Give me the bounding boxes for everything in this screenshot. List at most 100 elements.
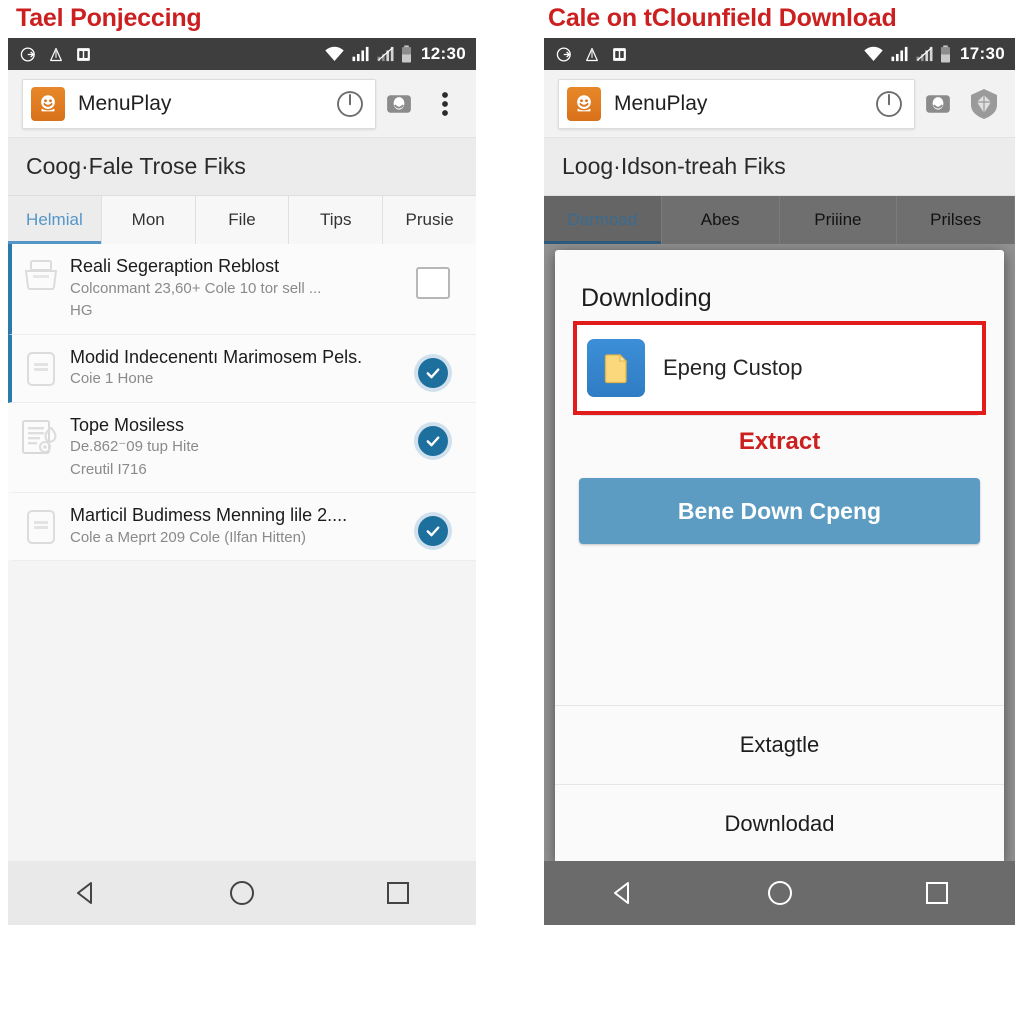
checked-circle-icon[interactable] — [418, 357, 448, 388]
right-app-toolbar: MenuPlay — [544, 70, 1015, 138]
sync-icon — [556, 46, 571, 62]
power-icon[interactable] — [874, 89, 904, 119]
wifi-icon — [864, 46, 883, 61]
tab-tips[interactable]: Tips — [289, 196, 384, 244]
right-phone-screenshot: 17:30 MenuPlay Loog·Idson-treah Fiks Dar… — [544, 38, 1015, 952]
row-subtitle-2: Creutil I716 — [70, 460, 147, 478]
dialog-title: Downloding — [581, 284, 712, 312]
row-title: Reali Segeraption Reblost — [70, 256, 280, 276]
sync-icon — [20, 46, 35, 62]
left-annotation-caption: Tael Ponjeccing — [16, 4, 202, 32]
recents-square-icon[interactable] — [358, 880, 438, 906]
cellular-signal-roaming-icon — [916, 46, 933, 62]
extract-annotation: Extract — [738, 428, 821, 455]
battery-icon — [402, 45, 412, 63]
menuplay-logo-icon — [31, 86, 65, 121]
status-system-icons: 17:30 — [863, 44, 1005, 64]
tab-label: Mon — [131, 210, 165, 229]
right-annotation-caption: Cale on tClounfield Download — [548, 4, 897, 32]
row-text: Modid Indecenentı Marimosem Pels. Coie 1… — [70, 346, 402, 391]
app-search-box[interactable]: MenuPlay — [22, 78, 376, 129]
table-row[interactable]: Tope Mosiless De.862⁻09 tup Hite Creutil… — [8, 402, 476, 493]
left-tab-bar: Helmial Mon File Tips Prusie — [8, 196, 476, 244]
row-title: Marticil Budimess Menning lile 2.... — [70, 505, 348, 525]
left-file-list[interactable]: Reali Segeraption Reblost Colconmant 23,… — [8, 244, 476, 861]
cellular-signal-icon — [352, 46, 369, 62]
cloud-app-icon[interactable] — [915, 81, 961, 127]
checked-circle-icon[interactable] — [418, 425, 448, 456]
certificate-icon — [12, 414, 70, 458]
file-document-icon — [587, 339, 645, 397]
tab-file[interactable]: File — [196, 196, 290, 244]
tab-label: Helmial — [26, 210, 83, 229]
dialog-action-downlodad[interactable]: Downlodad — [555, 784, 1004, 861]
row-subtitle-1: Cole a Meprt 209 Cole (Ilfan Hitten) — [70, 528, 306, 546]
back-triangle-icon[interactable] — [46, 879, 126, 907]
sd-card-icon — [613, 47, 626, 61]
status-notification-icons — [20, 46, 92, 63]
right-status-bar: 17:30 — [544, 38, 1015, 70]
row-status[interactable] — [402, 414, 464, 456]
row-subtitle-1: Colconmant 23,60+ Cole 10 tor sell ... — [70, 279, 322, 297]
tab-darmoad[interactable]: Darmoad — [544, 196, 662, 244]
row-text: Reali Segeraption Reblost Colconmant 23,… — [70, 255, 402, 323]
left-section-title: Coog·Fale Trose Fiks — [8, 138, 476, 196]
document-icon — [12, 346, 70, 388]
status-clock: 12:30 — [421, 44, 466, 63]
recents-square-icon[interactable] — [897, 880, 977, 906]
wifi-icon — [325, 46, 344, 61]
cloud-app-icon[interactable] — [376, 81, 422, 127]
cellular-signal-roaming-icon — [377, 46, 394, 62]
unchecked-checkbox-icon[interactable] — [416, 267, 450, 299]
status-notification-icons — [556, 46, 628, 63]
table-row[interactable]: Marticil Budimess Menning lile 2.... Col… — [8, 493, 476, 561]
tab-abes[interactable]: Abes — [662, 196, 780, 244]
right-section-title: Loog·Idson-treah Fiks — [544, 138, 1015, 196]
right-content-with-scrim: Breeh Solifreationt Downloding Epeng Cus… — [544, 244, 1015, 861]
tab-label: Prilses — [930, 210, 982, 229]
tab-label: Darmoad — [567, 210, 638, 229]
sd-card-icon — [77, 47, 90, 61]
app-search-box[interactable]: MenuPlay — [558, 78, 915, 129]
left-phone-screenshot: 12:30 MenuPlay Coog·Fale Trose Fiks Helm… — [8, 38, 476, 953]
left-system-nav-bar — [8, 861, 476, 925]
dialog-highlighted-option[interactable]: Epeng Custop — [573, 321, 986, 415]
dialog-option-label: Epeng Custop — [663, 355, 803, 380]
app-name-label: MenuPlay — [614, 91, 708, 115]
status-system-icons: 12:30 — [324, 44, 466, 64]
list-empty-area — [8, 561, 476, 861]
home-circle-icon[interactable] — [202, 879, 282, 907]
cellular-signal-icon — [891, 46, 908, 62]
row-status[interactable] — [402, 346, 464, 388]
tab-prilses[interactable]: Prilses — [897, 196, 1015, 244]
home-circle-icon[interactable] — [740, 879, 820, 907]
tab-priiine[interactable]: Priiine — [780, 196, 898, 244]
tab-label: Abes — [700, 210, 740, 229]
row-status[interactable] — [402, 504, 464, 546]
triangle-alert-icon — [50, 47, 62, 61]
back-triangle-icon[interactable] — [583, 879, 663, 907]
begin-download-button[interactable]: Bene Down Cpeng — [579, 478, 980, 544]
overflow-menu-icon[interactable] — [422, 81, 468, 127]
menuplay-logo-icon — [567, 86, 601, 121]
table-row[interactable]: Modid Indecenentı Marimosem Pels. Coie 1… — [8, 334, 476, 403]
left-app-toolbar: MenuPlay — [8, 70, 476, 138]
tab-prusie[interactable]: Prusie — [383, 196, 476, 244]
tab-label: Tips — [320, 210, 352, 229]
status-clock: 17:30 — [960, 44, 1005, 63]
triangle-alert-icon — [586, 47, 598, 61]
dialog-action-extagtle[interactable]: Extagtle — [555, 705, 1004, 784]
shield-diamond-icon[interactable] — [961, 81, 1007, 127]
row-status[interactable] — [402, 255, 464, 299]
tab-helmial[interactable]: Helmial — [8, 196, 102, 244]
app-name-label: MenuPlay — [78, 91, 172, 115]
table-row[interactable]: Reali Segeraption Reblost Colconmant 23,… — [8, 244, 476, 335]
dialog-spacer — [555, 544, 1004, 705]
document-icon — [12, 504, 70, 546]
left-status-bar: 12:30 — [8, 38, 476, 70]
tab-mon[interactable]: Mon — [102, 196, 196, 244]
right-system-nav-bar — [544, 861, 1015, 925]
power-icon[interactable] — [335, 89, 365, 119]
checked-circle-icon[interactable] — [418, 516, 448, 546]
tab-label: Prusie — [405, 210, 454, 229]
